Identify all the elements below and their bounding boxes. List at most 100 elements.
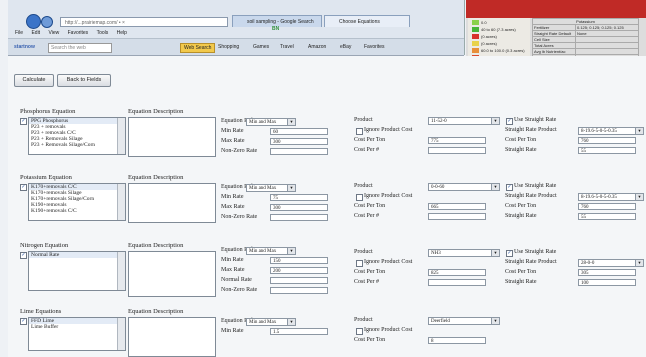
lime-enable-checkbox[interactable]: ✓ bbox=[20, 318, 27, 325]
phosphorus-field-input[interactable]: 300 bbox=[270, 138, 328, 145]
chevron-down-icon[interactable]: ▼ bbox=[287, 185, 295, 191]
nitrogen-use-straight-checkbox[interactable]: ✓ bbox=[506, 250, 513, 257]
phosphorus-rule-select[interactable]: Min and Max ▼ bbox=[246, 118, 296, 126]
chevron-down-icon[interactable]: ▼ bbox=[491, 318, 499, 324]
nitrogen-field-input[interactable] bbox=[270, 277, 328, 284]
nitrogen-rule-select[interactable]: Min and Max ▼ bbox=[246, 247, 296, 255]
equation-list-item[interactable]: P23 + Removals Silage/Corn bbox=[29, 142, 125, 148]
chevron-down-icon[interactable]: ▼ bbox=[635, 128, 643, 134]
potassium-field-input[interactable]: 300 bbox=[270, 204, 328, 211]
lime-rule-select[interactable]: Min and Max ▼ bbox=[246, 318, 296, 326]
chevron-down-icon[interactable]: ▼ bbox=[491, 184, 499, 190]
potassium-field-label: Non-Zero Rate bbox=[221, 214, 258, 220]
nitrogen-field-input[interactable] bbox=[270, 287, 328, 294]
tab-choose-equations[interactable]: Choose Equations bbox=[324, 15, 410, 27]
nitrogen-product-label: Product bbox=[354, 249, 373, 255]
potassium-field-input[interactable]: 75 bbox=[270, 194, 328, 201]
chevron-down-icon[interactable]: ▼ bbox=[635, 260, 643, 266]
equation-list-item[interactable]: K190+removals C/C bbox=[29, 208, 125, 214]
nitrogen-product-select[interactable]: NH3 ▼ bbox=[428, 249, 500, 257]
potassium-cost-lb-label: Cost Per # bbox=[354, 213, 380, 219]
chevron-down-icon[interactable]: ▼ bbox=[491, 250, 499, 256]
equation-list-item[interactable]: Lime Buffer bbox=[29, 324, 125, 330]
toolbar-favorites[interactable]: Favorites bbox=[364, 43, 385, 51]
nitrogen-straight-product-select[interactable]: 28-0-0 ▼ bbox=[578, 259, 644, 267]
potassium-equation-list[interactable]: K170+removals C/C K170+removals Silage K17… bbox=[28, 183, 126, 221]
nitrogen-straight-rate-input[interactable]: 100 bbox=[578, 279, 636, 286]
lime-description-box[interactable] bbox=[128, 317, 216, 357]
phosphorus-straight-cost-input[interactable]: 760 bbox=[578, 137, 636, 144]
potassium-product-select[interactable]: 0-0-60 ▼ bbox=[428, 183, 500, 191]
chevron-down-icon[interactable]: ▼ bbox=[287, 119, 295, 125]
phosphorus-cost-ton-input[interactable]: 775 bbox=[428, 137, 486, 144]
nitrogen-straight-cost-input[interactable]: 305 bbox=[578, 269, 636, 276]
toolbar-amazon[interactable]: Amazon bbox=[308, 43, 326, 51]
phosphorus-enable-checkbox[interactable]: ✓ bbox=[20, 118, 27, 125]
potassium-rule-select[interactable]: Min and Max ▼ bbox=[246, 184, 296, 192]
potassium-straight-rate-input[interactable]: 55 bbox=[578, 213, 636, 220]
lime-equation-list[interactable]: FFD Lime Lime Buffer bbox=[28, 317, 126, 351]
nitrogen-equation-list[interactable]: Normal Rate bbox=[28, 251, 126, 291]
nitrogen-cost-lb-input[interactable] bbox=[428, 279, 486, 286]
toolbar-search-input[interactable]: Search the web bbox=[48, 43, 112, 53]
phosphorus-field-label: Min Rate bbox=[221, 128, 244, 134]
back-icon[interactable] bbox=[26, 14, 41, 29]
potassium-list-scrollbar[interactable] bbox=[117, 184, 125, 220]
menu-edit[interactable]: Edit bbox=[31, 30, 40, 36]
toolbar-ebay[interactable]: eBay bbox=[340, 43, 351, 51]
menu-view[interactable]: View bbox=[48, 30, 59, 36]
nitrogen-list-scrollbar[interactable] bbox=[117, 252, 125, 290]
toolbar-games[interactable]: Games bbox=[253, 43, 269, 51]
calculate-button[interactable]: Calculate bbox=[14, 74, 54, 87]
toolbar-shopping[interactable]: Shopping bbox=[218, 43, 239, 51]
toolbar-travel[interactable]: Travel bbox=[280, 43, 294, 51]
phosphorus-straight-cost-label: Cost Per Ton bbox=[505, 137, 537, 143]
potassium-field-input[interactable] bbox=[270, 214, 328, 221]
web-search-button[interactable]: Web Search bbox=[180, 43, 216, 53]
chevron-down-icon[interactable]: ▼ bbox=[491, 118, 499, 124]
forward-icon[interactable] bbox=[41, 16, 53, 28]
legend-row: 0.0 bbox=[472, 20, 487, 26]
potassium-ignore-cost-checkbox[interactable] bbox=[356, 194, 363, 201]
nitrogen-cost-ton-input[interactable]: 825 bbox=[428, 269, 486, 276]
phosphorus-use-straight-checkbox[interactable]: ✓ bbox=[506, 118, 513, 125]
back-to-fields-button[interactable]: Back to Fields bbox=[57, 74, 111, 87]
menu-help[interactable]: Help bbox=[117, 30, 127, 36]
phosphorus-description-box[interactable] bbox=[128, 117, 216, 157]
potassium-cost-ton-input[interactable]: 665 bbox=[428, 203, 486, 210]
chevron-down-icon[interactable]: ▼ bbox=[635, 194, 643, 200]
phosphorus-field-input[interactable] bbox=[270, 148, 328, 155]
menu-tools[interactable]: Tools bbox=[97, 30, 109, 36]
nitrogen-ignore-cost-checkbox[interactable] bbox=[356, 260, 363, 267]
equation-list-item[interactable]: Normal Rate bbox=[29, 252, 125, 258]
potassium-use-straight-checkbox[interactable]: ✓ bbox=[506, 184, 513, 191]
phosphorus-product-select[interactable]: 11-52-0 ▼ bbox=[428, 117, 500, 125]
nitrogen-field-input[interactable]: 200 bbox=[270, 267, 328, 274]
nitrogen-description-box[interactable] bbox=[128, 251, 216, 297]
nitrogen-field-input[interactable]: 150 bbox=[270, 257, 328, 264]
potassium-straight-cost-input[interactable]: 760 bbox=[578, 203, 636, 210]
menu-favorites[interactable]: Favorites bbox=[68, 30, 89, 36]
phosphorus-equation-list[interactable]: PPG Phosphorus P23 + removals P23 + remova… bbox=[28, 117, 126, 155]
potassium-straight-product-select[interactable]: 8-19.6-5-0-5-0.35 ▼ bbox=[578, 193, 644, 201]
potassium-enable-checkbox[interactable]: ✓ bbox=[20, 184, 27, 191]
potassium-description-box[interactable] bbox=[128, 183, 216, 223]
phosphorus-cost-lb-input[interactable] bbox=[428, 147, 486, 154]
menu-file[interactable]: File bbox=[15, 30, 23, 36]
chevron-down-icon[interactable]: ▼ bbox=[287, 248, 295, 254]
lime-product-select[interactable]: Deerfield ▼ bbox=[428, 317, 500, 325]
lime-list-scrollbar[interactable] bbox=[117, 318, 125, 350]
phosphorus-straight-rate-input[interactable]: 55 bbox=[578, 147, 636, 154]
phosphorus-list-scrollbar[interactable] bbox=[117, 118, 125, 154]
chevron-down-icon[interactable]: ▼ bbox=[287, 319, 295, 325]
potassium-cost-lb-input[interactable] bbox=[428, 213, 486, 220]
nitrogen-enable-checkbox[interactable]: ✓ bbox=[20, 252, 27, 259]
phosphorus-straight-product-select[interactable]: 8-19.6-5-0-5-0.35 ▼ bbox=[578, 127, 644, 135]
potassium-straight-cost-label: Cost Per Ton bbox=[505, 203, 537, 209]
lime-cost-ton-input[interactable]: 8 bbox=[428, 337, 486, 344]
phosphorus-field-input[interactable]: 60 bbox=[270, 128, 328, 135]
address-bar[interactable]: http://...prairiemap.com/ • × bbox=[60, 17, 228, 27]
lime-field-input[interactable]: 1.5 bbox=[270, 328, 328, 335]
lime-ignore-cost-checkbox[interactable] bbox=[356, 328, 363, 335]
phosphorus-ignore-cost-checkbox[interactable] bbox=[356, 128, 363, 135]
